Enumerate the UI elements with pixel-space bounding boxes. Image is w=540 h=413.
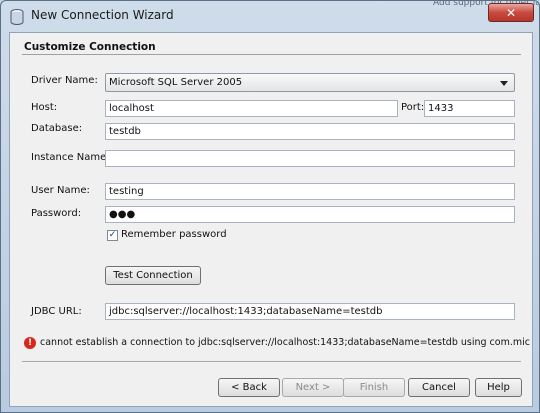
remember-password-checkbox[interactable]: ✓	[107, 230, 118, 241]
driver-name-dropdown[interactable]: Microsoft SQL Server 2005	[105, 73, 515, 92]
section-divider	[22, 54, 521, 55]
database-field[interactable]: testdb	[105, 123, 515, 140]
host-field[interactable]: localhost	[105, 100, 398, 117]
instance-name-label: Instance Name:	[31, 152, 110, 163]
title-bar[interactable]: New Connection Wizard Add support for ot…	[1, 1, 539, 33]
section-title: Customize Connection	[24, 41, 156, 53]
host-label: Host:	[31, 102, 58, 113]
driver-name-value: Microsoft SQL Server 2005	[109, 77, 243, 88]
next-button[interactable]: Next >	[282, 378, 344, 397]
wizard-panel: Customize Connection Driver Name: Micros…	[9, 32, 533, 407]
wizard-window: New Connection Wizard Add support for ot…	[0, 0, 540, 413]
jdbc-url-label: JDBC URL:	[31, 306, 82, 317]
close-button[interactable]: ✕	[488, 3, 534, 22]
instance-name-field[interactable]	[105, 150, 515, 167]
port-label: Port:	[401, 102, 425, 113]
password-field[interactable]: ●●●	[105, 206, 515, 223]
database-icon	[10, 9, 24, 25]
help-button[interactable]: Help	[475, 378, 522, 397]
finish-button[interactable]: Finish	[343, 378, 405, 397]
user-name-label: User Name:	[31, 185, 90, 196]
port-field[interactable]: 1433	[424, 100, 515, 117]
driver-name-label: Driver Name:	[31, 75, 98, 86]
cancel-button[interactable]: Cancel	[408, 378, 470, 397]
error-message: cannot establish a connection to jdbc:sq…	[40, 337, 530, 348]
chevron-down-icon	[500, 81, 508, 86]
footer-divider	[22, 361, 521, 362]
back-button[interactable]: < Back	[218, 378, 280, 397]
error-icon: !	[24, 337, 36, 349]
jdbc-url-field[interactable]: jdbc:sqlserver://localhost:1433;database…	[105, 303, 515, 320]
user-name-field[interactable]: testing	[105, 183, 515, 200]
remember-password-label[interactable]: Remember password	[121, 229, 227, 240]
window-title: New Connection Wizard	[31, 8, 174, 22]
test-connection-button[interactable]: Test Connection	[105, 266, 201, 285]
password-label: Password:	[31, 208, 82, 219]
database-label: Database:	[31, 123, 83, 134]
